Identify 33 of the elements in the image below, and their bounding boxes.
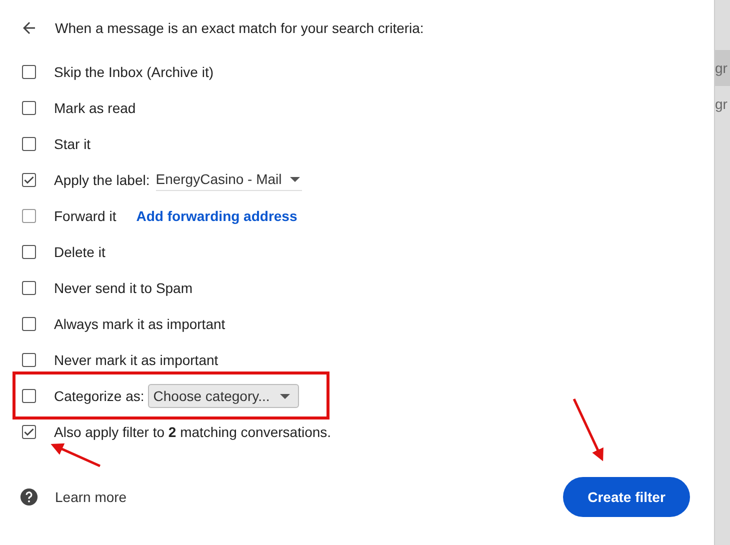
checkbox[interactable] (22, 101, 36, 115)
label-dropdown[interactable]: EnergyCasino - Mail (156, 169, 302, 191)
caret-icon (290, 176, 300, 182)
option-label: Star it (54, 136, 91, 152)
create-filter-button[interactable]: Create filter (563, 477, 690, 517)
checkbox[interactable] (22, 245, 36, 259)
checkbox[interactable] (22, 173, 36, 187)
checkbox[interactable] (22, 317, 36, 331)
option-label: Delete it (54, 244, 106, 260)
help-icon[interactable] (20, 488, 38, 506)
checkbox[interactable] (22, 137, 36, 151)
background-text: gr (715, 95, 728, 114)
option-label: Never mark it as important (54, 352, 218, 368)
criteria-heading: When a message is an exact match for your search criteria: (55, 20, 424, 36)
option-label: Never send it to Spam (54, 280, 193, 296)
option-label: Forward it (54, 208, 116, 224)
option-label: Apply the label: (54, 172, 150, 188)
option-label: Skip the Inbox (Archive it) (54, 64, 214, 80)
option-label: Always mark it as important (54, 316, 226, 332)
option-label: Categorize as: (54, 388, 144, 404)
background-text: gr (715, 50, 730, 86)
category-dropdown[interactable]: Choose category... (148, 384, 299, 408)
checkbox[interactable] (22, 281, 36, 295)
option-label: Mark as read (54, 100, 136, 116)
learn-more-link[interactable]: Learn more (55, 489, 127, 505)
caret-icon (280, 394, 290, 398)
checkbox[interactable] (22, 65, 36, 79)
checkbox[interactable] (22, 353, 36, 367)
option-label: Also apply filter to 2 matching conversations. (54, 424, 332, 440)
annotation-arrow (572, 398, 604, 462)
checkbox[interactable] (22, 425, 36, 439)
checkbox[interactable] (22, 389, 36, 403)
annotation-arrow (50, 443, 100, 468)
